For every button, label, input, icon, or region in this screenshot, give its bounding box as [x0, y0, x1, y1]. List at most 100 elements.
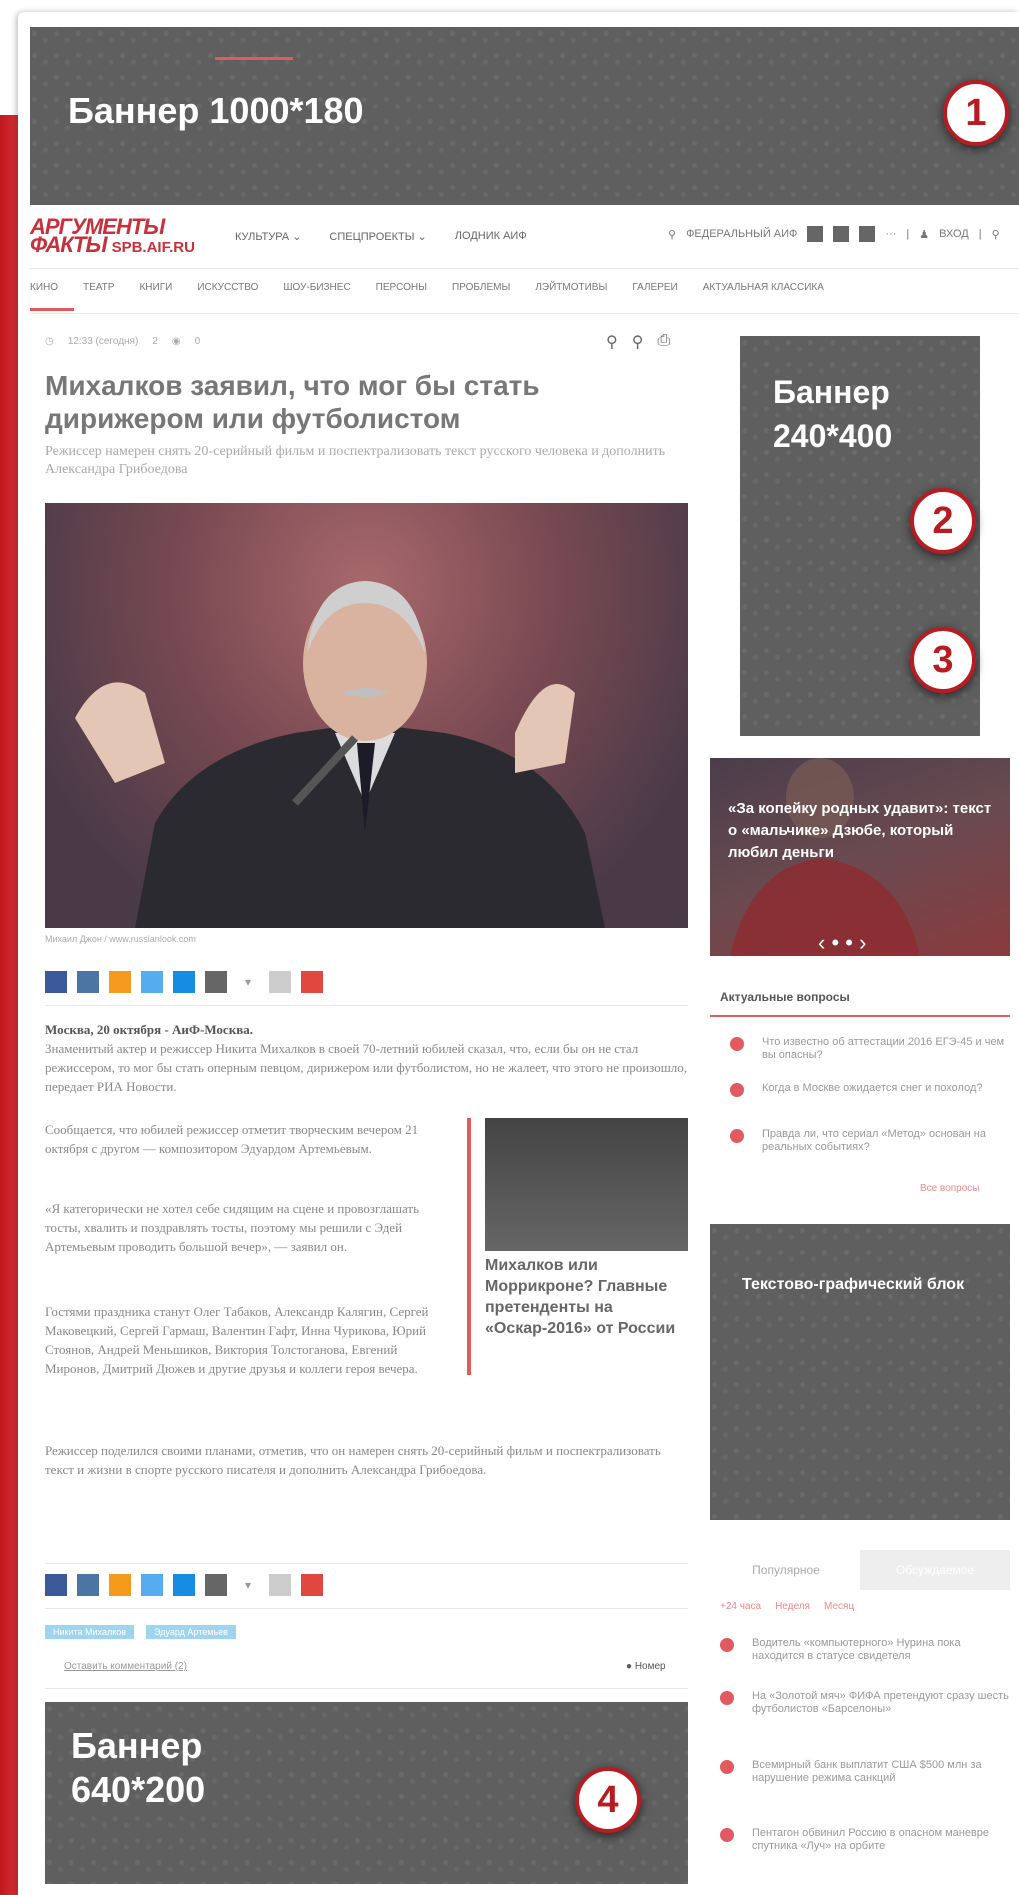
subnav-galerei[interactable]: ГАЛЕРЕИ — [632, 282, 677, 293]
article-tools: ⚲ ⚲ ⎙ — [606, 332, 670, 352]
banner-badge-1: 1 — [943, 80, 1009, 146]
photo-illustration — [75, 581, 605, 928]
article-paragraph-1: Знаменитый актер и режиссер Никита Михал… — [45, 1041, 687, 1094]
mail-icon[interactable] — [173, 1574, 195, 1596]
print-icon[interactable]: ⎙ — [657, 332, 670, 352]
subnav-persony[interactable]: ПЕРСОНЫ — [376, 282, 427, 293]
eye-icon: ◉ — [171, 336, 181, 347]
social-icon-2[interactable] — [833, 226, 850, 242]
share-extra-icon[interactable] — [269, 971, 291, 993]
subnav-teatr[interactable]: ТЕАТР — [83, 282, 114, 293]
subnav-problemy[interactable]: ПРОБЛЕМЫ — [452, 282, 510, 293]
top-banner[interactable]: Баннер 1000*180 1 — [30, 27, 1019, 205]
nav-culture[interactable]: КУЛЬТУРА ⌄ — [235, 230, 301, 243]
filter-month[interactable]: Месяц — [824, 1601, 854, 1612]
gplus-icon[interactable] — [205, 1574, 227, 1596]
subnav-showbiz[interactable]: ШОУ-БИЗНЕС — [283, 282, 350, 293]
filter-week[interactable]: Неделя — [775, 1601, 810, 1612]
comments-count[interactable]: 2 — [152, 336, 158, 347]
site-logo[interactable]: АРГУМЕНТЫ ФАКТЫ SPB.AIF.RU — [30, 216, 195, 257]
search-icon[interactable]: ⚲ — [992, 228, 1000, 241]
report-icon[interactable] — [301, 971, 323, 993]
comment-icon: ● — [626, 1661, 633, 1672]
vk-icon[interactable] — [77, 1574, 99, 1596]
related-title[interactable]: Михалков или Моррикроне? Главные претенд… — [485, 1255, 685, 1339]
facebook-icon[interactable] — [45, 1574, 67, 1596]
popular-item[interactable]: Всемирный банк выплатит США $500 млн за … — [720, 1759, 1010, 1785]
user-icon: ♟ — [919, 228, 930, 241]
popular-filters: +24 часа Неделя Месяц — [720, 1601, 854, 1612]
subnav-iskusstvo[interactable]: ИСКУССТВО — [197, 282, 258, 293]
popular-item[interactable]: На «Золотой мяч» ФИФА претендуют сразу ш… — [720, 1690, 1010, 1716]
comments-right[interactable]: ● Номер — [626, 1661, 666, 1672]
zoom-in-icon[interactable]: ⚲ — [606, 332, 618, 352]
text-graphic-block[interactable]: Текстово-графический блок — [710, 1224, 1010, 1520]
question-text: Правда ли, что сериал «Метод» основан на… — [762, 1128, 986, 1153]
subnav-knigi[interactable]: КНИГИ — [139, 282, 172, 293]
popular-bullet — [720, 1828, 734, 1842]
question-item[interactable]: Что известно об аттестации 2016 ЕГЭ-45 и… — [730, 1036, 1010, 1062]
tag-artemiev[interactable]: Эдуард Артемьев — [146, 1625, 236, 1639]
bottom-banner[interactable]: Баннер 640*200 4 — [45, 1702, 688, 1884]
related-image[interactable] — [485, 1118, 688, 1251]
login-link[interactable]: ВХОД — [939, 228, 969, 240]
dropdown-icon[interactable]: ▾ — [237, 971, 259, 993]
nav-lodnik[interactable]: ЛОДНИК АИФ — [455, 230, 527, 243]
share-extra-icon[interactable] — [269, 1574, 291, 1596]
actual-questions-title: Актуальные вопросы — [720, 990, 850, 1004]
tag-mikhalkov[interactable]: Никита Михалков — [45, 1625, 135, 1639]
ok-icon[interactable] — [109, 971, 131, 993]
article-dateline: Москва, 20 октября - АиФ-Москва. — [45, 1022, 253, 1037]
ok-icon[interactable] — [109, 1574, 131, 1596]
question-item[interactable]: Правда ли, что сериал «Метод» основан на… — [730, 1128, 1010, 1154]
mail-icon[interactable] — [173, 971, 195, 993]
article-photo[interactable] — [45, 503, 688, 928]
more-icon[interactable]: ··· — [885, 228, 896, 240]
tab-discussed[interactable]: Обсуждаемое — [860, 1550, 1010, 1590]
divider: | — [978, 228, 982, 240]
slider-title[interactable]: «За копейку родных удавит»: текст о «мал… — [728, 798, 998, 864]
slider-nav[interactable]: ‹ • • › — [818, 930, 866, 956]
news-slider[interactable]: «За копейку родных удавит»: текст о «мал… — [710, 758, 1010, 956]
red-side-strip — [0, 115, 18, 1895]
bottom-banner-label: Баннер 640*200 — [71, 1725, 206, 1810]
vk-icon[interactable] — [77, 971, 99, 993]
logo-domain: SPB.AIF.RU — [111, 239, 195, 256]
side-banner[interactable]: Баннер 240*400 2 3 — [740, 336, 980, 736]
comments-divider — [45, 1688, 688, 1689]
social-icon-3[interactable] — [859, 226, 876, 242]
region-link[interactable]: ФЕДЕРАЛЬНЫЙ АИФ — [686, 228, 797, 240]
article-paragraph-4: Гостями праздника станут Олег Табаков, А… — [45, 1304, 429, 1376]
popular-bullet — [720, 1760, 734, 1774]
social-icon-1[interactable] — [807, 226, 824, 242]
twitter-icon[interactable] — [141, 971, 163, 993]
report-icon[interactable] — [301, 1574, 323, 1596]
sub-nav: КИНО ТЕАТР КНИГИ ИСКУССТВО ШОУ-БИЗНЕС ПЕ… — [30, 282, 824, 293]
subnav-classic[interactable]: АКТУАЛЬНАЯ КЛАССИКА — [703, 282, 824, 293]
article-title: Михалков заявил, что мог бы стать дириже… — [45, 370, 540, 434]
subnav-kino[interactable]: КИНО — [30, 282, 58, 293]
facebook-icon[interactable] — [45, 971, 67, 993]
subnav-leitmotivy[interactable]: ЛЭЙТМОТИВЫ — [535, 282, 607, 293]
question-item[interactable]: Когда в Москве ожидается снег и похолод? — [730, 1082, 1010, 1097]
question-bullet — [730, 1037, 744, 1051]
nav-specprojects[interactable]: СПЕЦПРОЕКТЫ ⌄ — [329, 230, 426, 243]
all-questions-link[interactable]: Все вопросы — [920, 1183, 980, 1194]
popular-item[interactable]: Пентагон обвинил Россию в опасном маневр… — [720, 1827, 1010, 1853]
tab-popular[interactable]: Популярное — [712, 1550, 860, 1590]
article-meta: ◷ 12:33 (сегодня) 2 ◉ 0 — [45, 336, 200, 347]
clock-icon: ◷ — [45, 336, 54, 347]
logo-line-2: ФАКТЫ — [30, 232, 107, 257]
question-bullet — [730, 1083, 744, 1097]
dropdown-icon[interactable]: ▾ — [237, 1574, 259, 1596]
filter-24h[interactable]: +24 часа — [720, 1601, 761, 1612]
popular-bullet — [720, 1638, 734, 1652]
comments-link[interactable]: Оставить комментарий (2) — [64, 1661, 187, 1672]
popular-bullet — [720, 1691, 734, 1705]
twitter-icon[interactable] — [141, 1574, 163, 1596]
tag-list: Никита Михалков Эдуард Артемьев — [45, 1625, 236, 1639]
zoom-out-icon[interactable]: ⚲ — [632, 332, 644, 352]
popular-item[interactable]: Водитель «компьютерного» Нурина пока нах… — [720, 1637, 1010, 1663]
gplus-icon[interactable] — [205, 971, 227, 993]
related-accent-bar — [467, 1118, 471, 1375]
